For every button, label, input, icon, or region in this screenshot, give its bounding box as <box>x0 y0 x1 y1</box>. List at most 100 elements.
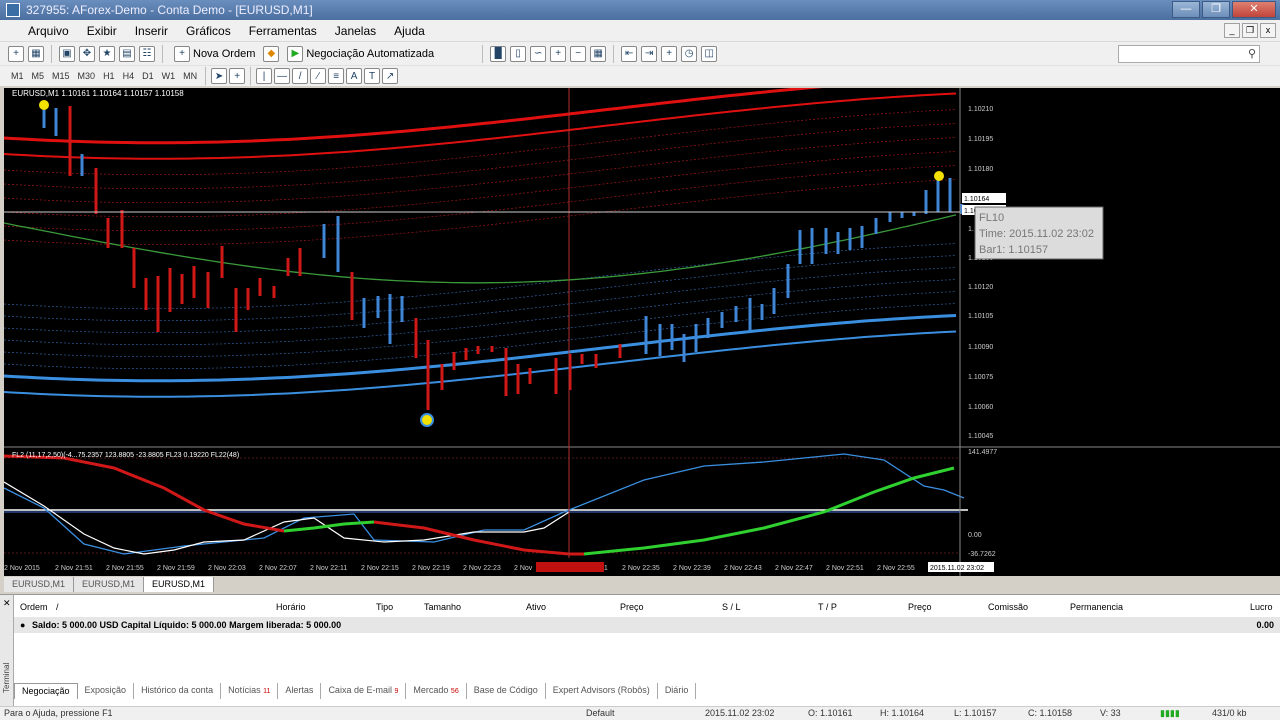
new-chart-icon[interactable]: + <box>8 45 24 62</box>
mdi-close-button[interactable]: x <box>1260 23 1276 38</box>
col-tamanho[interactable]: Tamanho <box>424 602 461 612</box>
chart-tab-1[interactable]: EURUSD,M1 <box>4 577 75 592</box>
zoom-in-icon[interactable]: + <box>550 45 567 62</box>
vertical-line-icon[interactable]: | <box>256 68 273 84</box>
trendline-icon[interactable]: / <box>292 68 309 84</box>
restore-button[interactable]: ❐ <box>1202 1 1230 18</box>
menu-ferramentas[interactable]: Ferramentas <box>240 24 326 38</box>
menu-graficos[interactable]: Gráficos <box>177 24 240 38</box>
chart-tab-3[interactable]: EURUSD,M1 <box>144 577 215 592</box>
timeframe-m30[interactable]: M30 <box>75 71 99 81</box>
price-bar-32 <box>464 348 468 360</box>
timeframe-h4[interactable]: H4 <box>120 71 138 81</box>
tester-icon[interactable]: ☷ <box>139 45 155 62</box>
data-window-icon[interactable]: ✥ <box>79 45 95 62</box>
arrows-icon[interactable]: ↗ <box>382 68 399 84</box>
mdi-minimize-button[interactable]: _ <box>1224 23 1240 38</box>
balance-text: Saldo: 5 000.00 USD Capital Líquido: 5 0… <box>32 620 342 630</box>
menu-inserir[interactable]: Inserir <box>126 24 177 38</box>
timeframe-m15[interactable]: M15 <box>49 71 73 81</box>
periods-icon[interactable]: ◷ <box>681 45 698 62</box>
timeframe-h1[interactable]: H1 <box>100 71 118 81</box>
indicator-green-line-2 <box>583 466 955 556</box>
timeframe-mn[interactable]: MN <box>180 71 200 81</box>
fibonacci-icon[interactable]: ≡ <box>328 68 345 84</box>
time-tick-label: 2 Nov 22:47 <box>775 565 813 572</box>
terminal-sidebar: ✕ Terminal <box>0 595 14 707</box>
timeframe-w1[interactable]: W1 <box>159 71 179 81</box>
close-button[interactable]: ✕ <box>1232 1 1276 18</box>
minimize-button[interactable]: — <box>1172 1 1200 18</box>
time-tick-label: 2 Nov 22:23 <box>463 565 501 572</box>
time-tick-label: 2 Nov 22:19 <box>412 565 450 572</box>
chart-tab-2[interactable]: EURUSD,M1 <box>74 577 145 592</box>
auto-scroll-icon[interactable]: ⇤ <box>621 45 638 62</box>
tooltip: FL10 Time: 2015.11.02 23:02 Bar1: 1.1015… <box>974 206 1104 260</box>
indicator-tick-label: 141.4977 <box>968 449 997 456</box>
timeframe-d1[interactable]: D1 <box>139 71 157 81</box>
tab-noticias[interactable]: Notícias 11 <box>221 683 279 699</box>
auto-trading-button[interactable]: ▶ Negociação Automatizada <box>283 45 438 62</box>
chart-window[interactable]: 1.102101.101951.101801.101641.101581.101… <box>3 76 1280 576</box>
menu-janelas[interactable]: Janelas <box>326 24 385 38</box>
search-input[interactable]: ⚲ <box>1118 45 1260 63</box>
tab-alertas[interactable]: Alertas <box>278 683 322 699</box>
line-chart-icon[interactable]: ∽ <box>530 45 547 62</box>
col-comissao[interactable]: Comissão <box>988 602 1028 612</box>
price-bar-7 <box>132 248 136 288</box>
tile-windows-icon[interactable]: ▦ <box>590 45 607 62</box>
tab-mercado[interactable]: Mercado 56 <box>406 683 467 699</box>
timeframe-m5[interactable]: M5 <box>29 71 48 81</box>
mercado-count: 56 <box>450 688 459 695</box>
menu-exibir[interactable]: Exibir <box>78 24 126 38</box>
zoom-out-icon[interactable]: − <box>570 45 587 62</box>
text-label-icon[interactable]: T <box>364 68 381 84</box>
balance-row[interactable]: ● Saldo: 5 000.00 USD Capital Líquido: 5… <box>14 617 1280 633</box>
menu-ajuda[interactable]: Ajuda <box>385 24 434 38</box>
terminal-icon[interactable]: ▤ <box>119 45 135 62</box>
lower-band-inner <box>3 330 957 398</box>
mdi-restore-button[interactable]: ❐ <box>1242 23 1258 38</box>
navigator-icon[interactable]: ★ <box>99 45 115 62</box>
text-icon[interactable]: A <box>346 68 363 84</box>
col-permanencia[interactable]: Permanencia <box>1070 602 1123 612</box>
bar-chart-icon[interactable]: █ <box>490 45 507 62</box>
time-tick-label: 2 Nov 22:03 <box>208 565 246 572</box>
channel-icon[interactable]: ∕ <box>310 68 327 84</box>
terminal-close-icon[interactable]: ✕ <box>3 598 11 609</box>
tooltip-name: FL10 <box>979 212 1004 224</box>
cursor-icon[interactable]: ➤ <box>211 68 228 84</box>
col-ordem[interactable]: Ordem <box>20 602 48 612</box>
metaeditor-icon[interactable]: ◆ <box>263 45 280 62</box>
candlestick-icon[interactable]: ▯ <box>510 45 527 62</box>
col-preco[interactable]: Preço <box>620 602 644 612</box>
col-preco-atual[interactable]: Preço <box>908 602 932 612</box>
col-lucro[interactable]: Lucro <box>1250 602 1273 612</box>
col-sl[interactable]: S / L <box>722 602 741 612</box>
profiles-icon[interactable]: ▦ <box>28 45 44 62</box>
tab-diario[interactable]: Diário <box>658 683 697 699</box>
chart-shift-icon[interactable]: ⇥ <box>641 45 658 62</box>
price-bar-11 <box>180 274 184 304</box>
horizontal-line-icon[interactable]: — <box>274 68 291 84</box>
col-horario[interactable]: Horário <box>276 602 306 612</box>
tab-expert-advisors[interactable]: Expert Advisors (Robôs) <box>546 683 658 699</box>
templates-icon[interactable]: ◫ <box>701 45 718 62</box>
indicators-icon[interactable]: + <box>661 45 678 62</box>
market-watch-icon[interactable]: ▣ <box>59 45 75 62</box>
col-sort[interactable]: / <box>56 602 59 612</box>
tab-negociacao[interactable]: Negociação <box>14 683 78 699</box>
price-chart[interactable]: 1.102101.101951.101801.101641.101581.101… <box>3 76 1280 576</box>
tab-exposicao[interactable]: Exposição <box>78 683 135 699</box>
tab-historico[interactable]: Histórico da conta <box>134 683 222 699</box>
tab-caixa-email[interactable]: Caixa de E-mail 9 <box>321 683 407 699</box>
col-tp[interactable]: T / P <box>818 602 837 612</box>
new-order-button[interactable]: + Nova Ordem <box>170 45 259 62</box>
menu-arquivo[interactable]: Arquivo <box>6 24 78 38</box>
timeframe-m1[interactable]: M1 <box>8 71 27 81</box>
tab-base-codigo[interactable]: Base de Código <box>467 683 546 699</box>
col-ativo[interactable]: Ativo <box>526 602 546 612</box>
col-tipo[interactable]: Tipo <box>376 602 393 612</box>
crosshair-icon[interactable]: + <box>229 68 246 84</box>
price-bar-38 <box>554 358 558 394</box>
